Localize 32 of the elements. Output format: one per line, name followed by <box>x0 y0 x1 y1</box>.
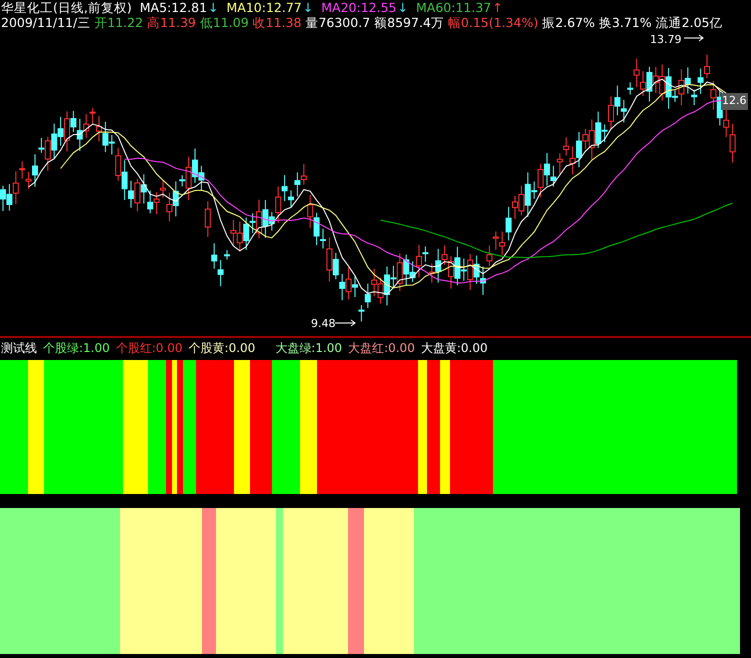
stock-title: 华星化工(日线,前复权) <box>1 0 132 15</box>
moving-average-value: MA10:12.77 <box>226 0 302 15</box>
trend-arrow: ↓ <box>302 0 314 15</box>
quote-value: 开11.22 <box>94 15 144 30</box>
indicator-value: 大盘黄:0.00 <box>420 340 488 357</box>
quote-value: 收11.38 <box>252 15 302 30</box>
quote-value: 2009/11/11/三 <box>1 15 90 30</box>
quote-value: 换3.71% <box>598 15 652 30</box>
quote-value: 低11.09 <box>200 15 249 30</box>
moving-average-value: MA5:12.81 <box>140 0 208 15</box>
quote-value: 振2.67% <box>542 15 595 30</box>
moving-average-value: MA60:11.37 <box>416 0 492 15</box>
quote-value: 额8597.4万 <box>374 15 444 30</box>
indicator-value: 个股绿:1.00 <box>43 340 110 357</box>
price-label: 13.79 <box>650 32 682 48</box>
quote-value: 量76300.7 <box>305 15 370 30</box>
arrow-icon <box>684 34 704 42</box>
moving-average-value: MA20:12.55 <box>321 0 396 15</box>
indicator-value: 大盘绿:1.00 <box>275 340 342 357</box>
indicator-title: 测试线 <box>1 340 37 357</box>
price-label: 9.48 <box>311 316 336 332</box>
trend-arrow: ↑ <box>492 0 503 15</box>
quote-value: 流通2.05亿 <box>656 15 722 30</box>
indicator-value: 个股红:0.00 <box>116 340 183 357</box>
indicator-value: 个股黄:0.00 <box>188 340 256 357</box>
quote-value: 幅0.15(1.34%) <box>448 15 538 30</box>
quote-value: 高11.39 <box>147 15 196 30</box>
indicator-value: 大盘红:0.00 <box>348 340 415 357</box>
trend-arrow: ↓ <box>398 0 408 15</box>
price-label: 12.6 <box>721 93 748 110</box>
trend-arrow: ↓ <box>208 0 219 15</box>
arrow-icon <box>334 320 356 326</box>
